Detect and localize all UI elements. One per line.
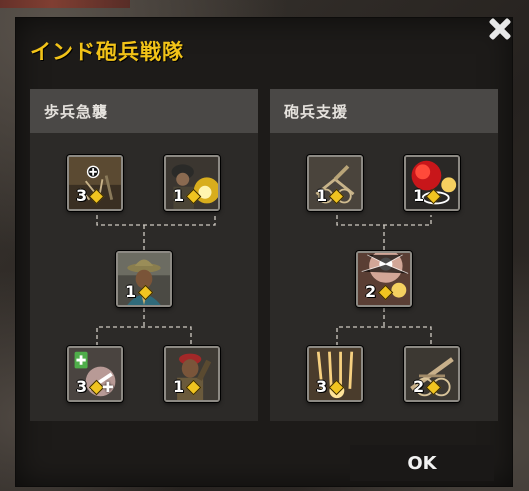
ability-rank: 3 xyxy=(76,186,88,205)
ok-button[interactable]: OK xyxy=(350,445,494,481)
tree-title: 歩兵急襲 xyxy=(30,89,258,133)
ability-medic-upgrade[interactable]: 3 ✚ xyxy=(67,346,123,402)
ability-officer[interactable]: 1 xyxy=(116,251,172,307)
ability-commando[interactable]: 1 xyxy=(164,346,220,402)
ability-rank: 3 xyxy=(76,377,88,396)
ability-squad-ambush[interactable]: 3 xyxy=(67,155,123,211)
ability-rank: 1 xyxy=(173,377,185,396)
ability-rank: 2 xyxy=(413,377,425,396)
ability-rank: 1 xyxy=(125,282,137,301)
ability-shell-salvo[interactable]: 3 xyxy=(307,346,363,402)
tree-artillery-support: 砲兵支援 1 1 2 3 2 xyxy=(270,89,498,421)
ability-grenade-soldier[interactable]: 1 xyxy=(164,155,220,211)
upgrade-plus-icon: ✚ xyxy=(102,380,114,396)
ability-rank: 1 xyxy=(173,186,185,205)
ability-flare-barrage[interactable]: 2 xyxy=(356,251,412,307)
ability-rank: 1 xyxy=(316,186,328,205)
close-icon[interactable] xyxy=(487,16,513,42)
dialog-title: インド砲兵戦隊 xyxy=(30,40,184,64)
ability-rank: 2 xyxy=(365,282,377,301)
frame-top-strip xyxy=(0,0,130,8)
ability-rank: 1 xyxy=(413,186,425,205)
tree-title: 砲兵支援 xyxy=(270,89,498,133)
ability-artillery-crew[interactable]: 1 xyxy=(307,155,363,211)
ability-howitzer[interactable]: 2 xyxy=(404,346,460,402)
tree-infantry-assault: 歩兵急襲 3 1 1 3 ✚ 1 xyxy=(30,89,258,421)
ability-target-strike[interactable]: 1 xyxy=(404,155,460,211)
ability-rank: 3 xyxy=(316,377,328,396)
